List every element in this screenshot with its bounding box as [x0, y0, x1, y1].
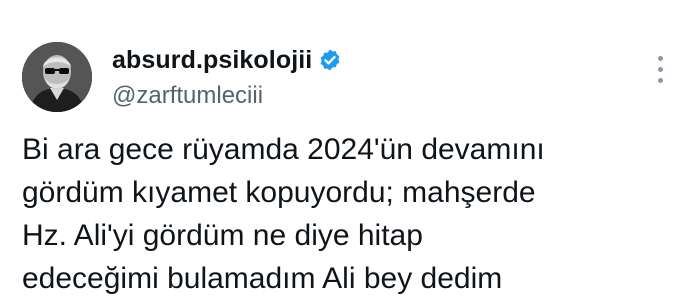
more-options-icon[interactable] [652, 56, 668, 90]
tweet: absurd.psikolojii @zarftumleciii Bi ara … [0, 0, 690, 295]
tweet-body: Bi ara gece rüyamda 2024'ün devamını gör… [22, 128, 662, 300]
verified-badge-icon [318, 48, 342, 72]
display-name[interactable]: absurd.psikolojii [112, 46, 312, 75]
user-handle[interactable]: @zarftumleciii [112, 82, 342, 110]
tweet-body-line: gördüm kıyamet kopuyordu; mahşerde [22, 176, 536, 209]
avatar[interactable] [22, 42, 92, 112]
tweet-body-line: edeceğimi bulamadım Ali bey dedim [22, 262, 503, 295]
tweet-body-line: Bi ara gece rüyamda 2024'ün devamını [22, 133, 545, 166]
tweet-header: absurd.psikolojii @zarftumleciii [112, 44, 342, 110]
avatar-portrait-icon [22, 42, 92, 112]
tweet-body-line: Hz. Ali'yi gördüm ne diye hitap [22, 219, 423, 252]
name-row: absurd.psikolojii [112, 44, 342, 76]
